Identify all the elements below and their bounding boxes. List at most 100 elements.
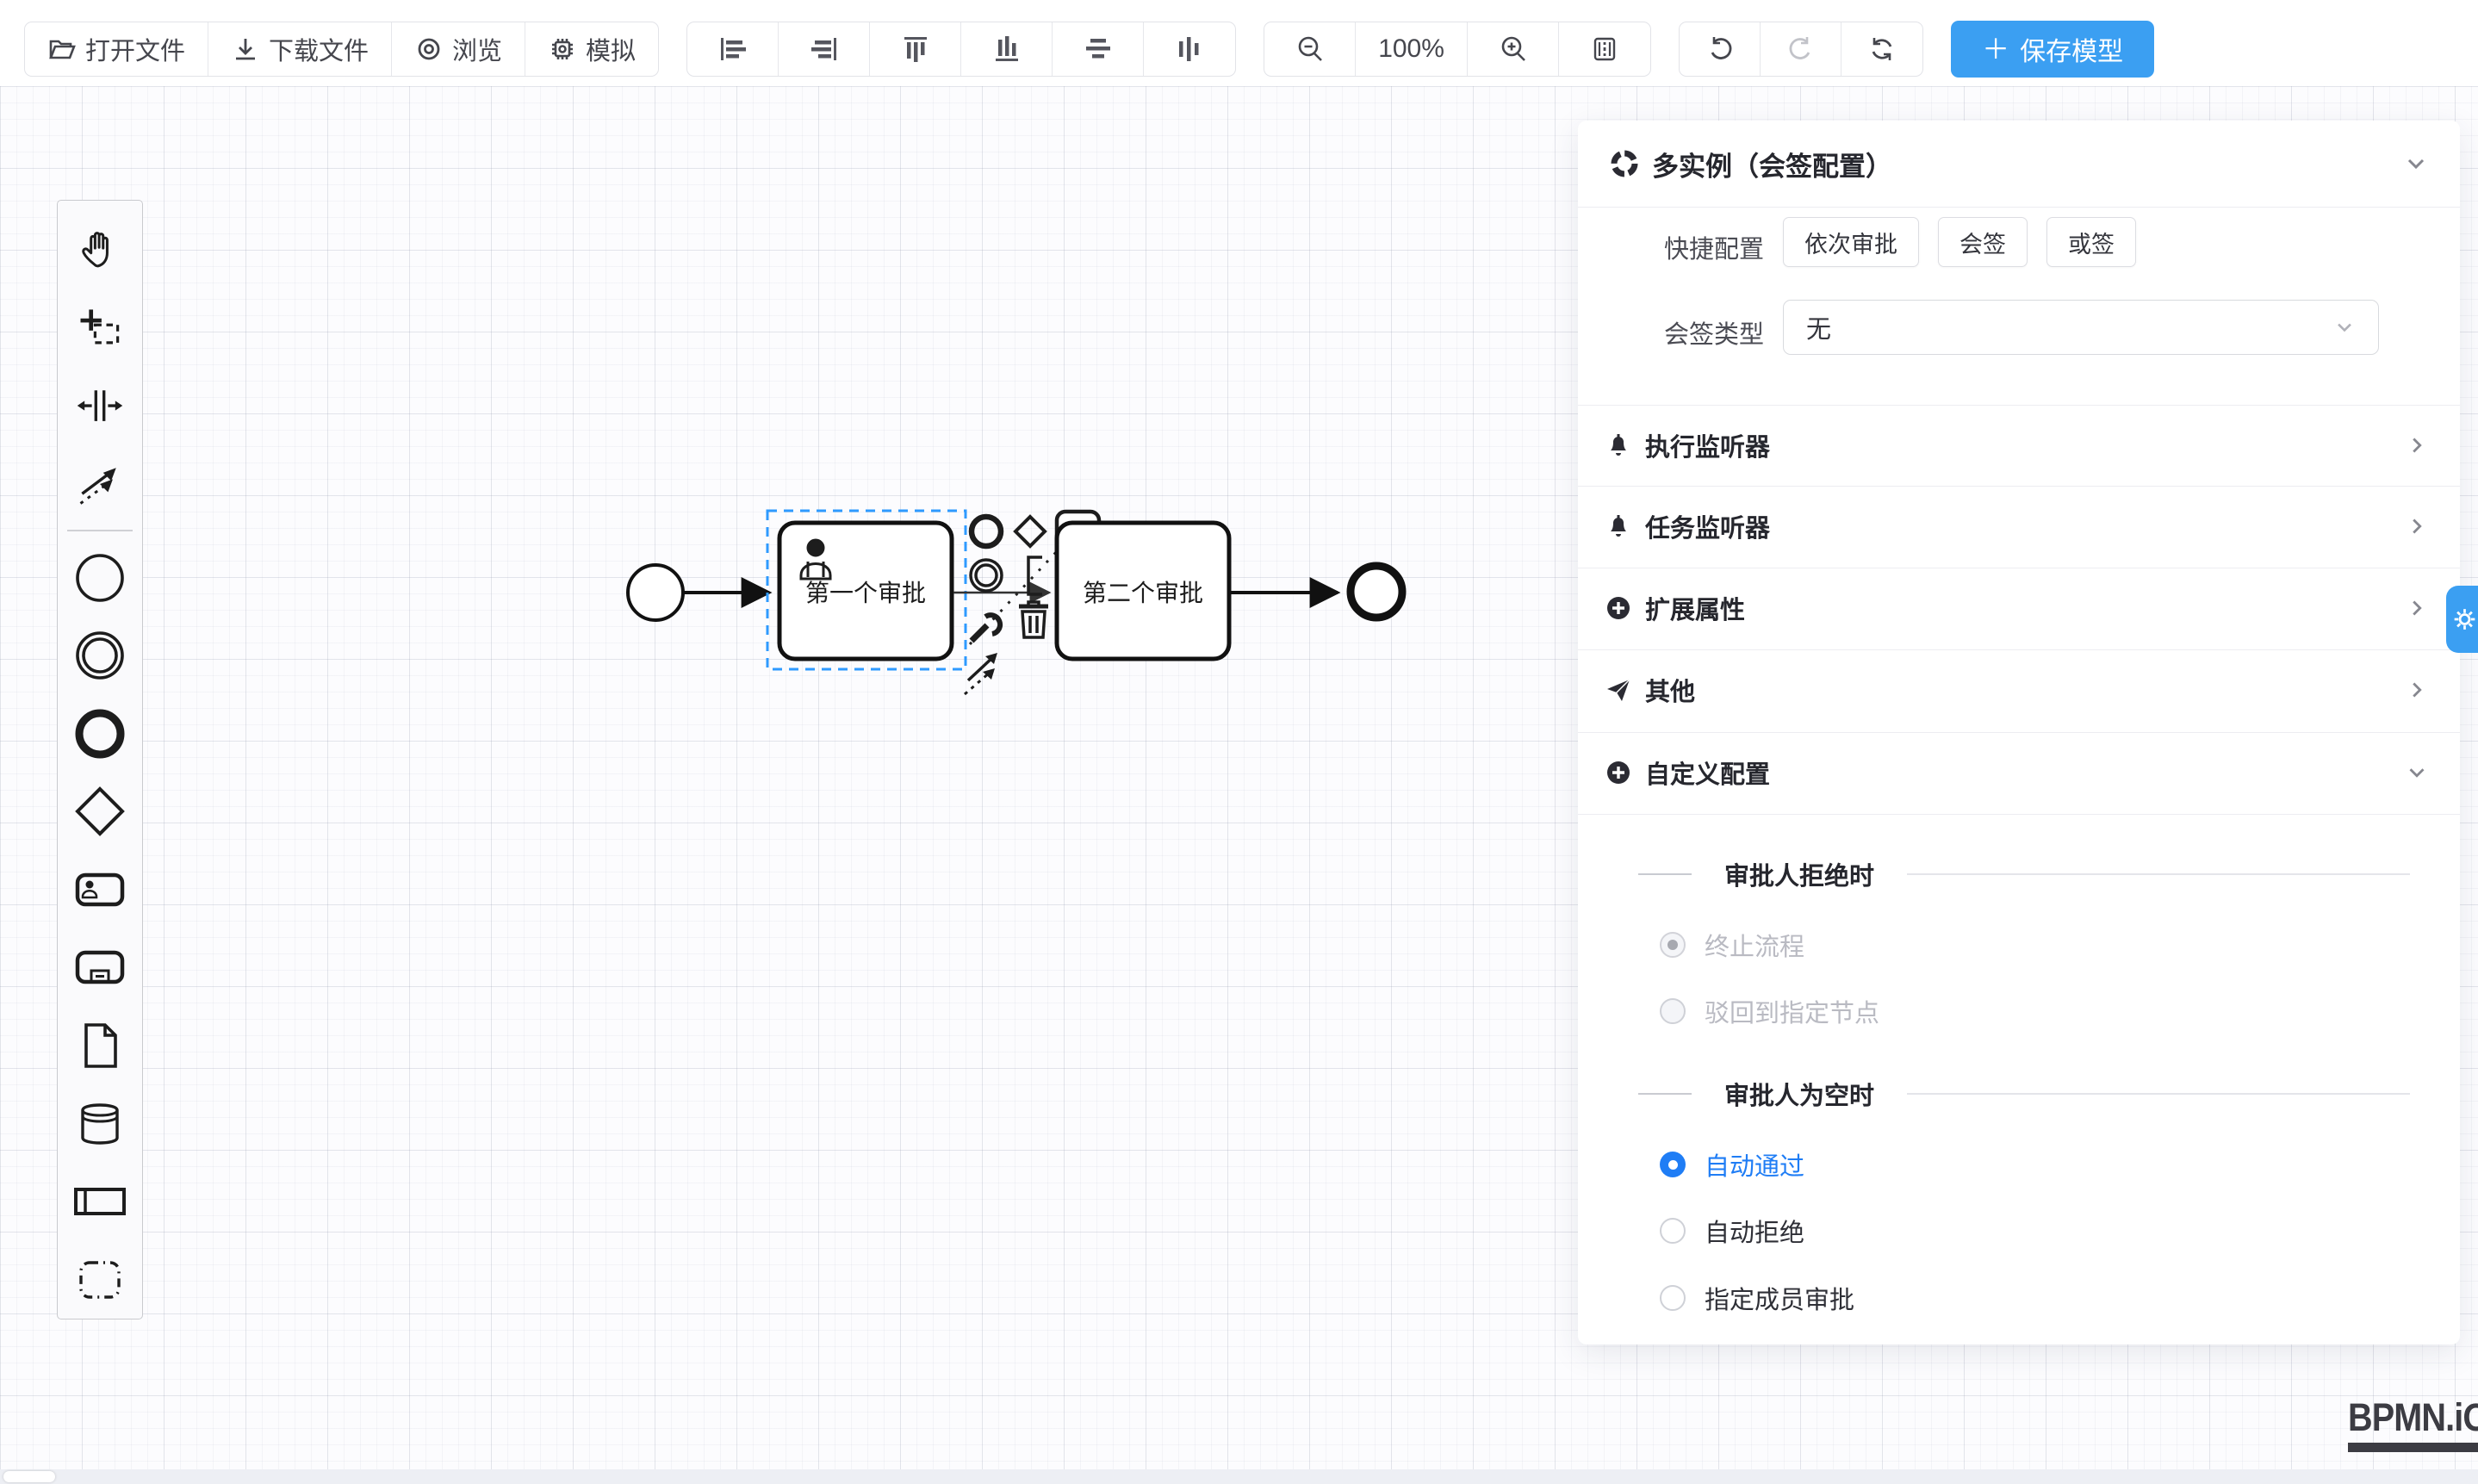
download-file-button[interactable]: 下载文件 <box>208 22 392 76</box>
create-subprocess[interactable] <box>58 928 142 1007</box>
section-custom-config[interactable]: 自定义配置 <box>1578 732 2460 813</box>
create-gateway[interactable] <box>58 773 142 851</box>
sign-type-select[interactable]: 无 <box>1783 300 2379 355</box>
divider <box>1907 1093 2410 1095</box>
divider <box>1638 873 1692 875</box>
panel-title: 多实例（会签配置） <box>1652 145 1892 183</box>
end-event[interactable] <box>1351 566 1402 618</box>
create-end-event[interactable] <box>58 694 142 773</box>
redo-icon <box>1786 34 1816 64</box>
align-center-horizontal-icon <box>1084 34 1113 64</box>
group-icon <box>72 1252 127 1307</box>
radio-unselected[interactable] <box>1660 1218 1686 1244</box>
logo-text: BPMN.iO <box>2348 1395 2478 1440</box>
radio-auto-pass[interactable]: 自动通过 <box>1660 1147 1804 1182</box>
radio-label: 驳回到指定节点 <box>1705 993 1879 1029</box>
undo-icon <box>1705 34 1735 64</box>
browse-label: 浏览 <box>452 31 502 67</box>
undo-button[interactable] <box>1680 22 1761 76</box>
create-data-object[interactable] <box>58 1007 142 1085</box>
redo-button[interactable] <box>1761 22 1841 76</box>
browse-button[interactable]: 浏览 <box>392 22 525 76</box>
bell-icon <box>1604 431 1633 460</box>
append-intermediate-event-icon[interactable] <box>971 560 1002 591</box>
space-tool[interactable] <box>58 367 142 445</box>
align-center-vertical-button[interactable] <box>1144 22 1235 76</box>
section-extended-properties[interactable]: 扩展属性 <box>1578 568 2460 649</box>
global-connect-tool[interactable] <box>58 445 142 524</box>
option-countersign[interactable]: 会签 <box>1938 217 2028 267</box>
align-center-horizontal-button[interactable] <box>1053 22 1144 76</box>
fit-viewport-button[interactable] <box>1559 22 1650 76</box>
radio-terminate-process[interactable]: 终止流程 <box>1660 928 1804 962</box>
empty-section-title: 审批人为空时 <box>1724 1076 1874 1112</box>
option-or-sign[interactable]: 或签 <box>2046 217 2136 267</box>
align-top-button[interactable] <box>870 22 961 76</box>
hand-icon <box>74 224 126 276</box>
append-end-event-icon[interactable] <box>972 517 1001 546</box>
create-user-task[interactable] <box>58 851 142 929</box>
radio-label: 指定成员审批 <box>1705 1280 1854 1316</box>
create-data-store[interactable] <box>58 1084 142 1163</box>
divider <box>1638 1093 1692 1095</box>
simulate-button[interactable]: 模拟 <box>525 22 658 76</box>
section-execution-listener[interactable]: 执行监听器 <box>1578 405 2460 486</box>
open-file-label: 打开文件 <box>85 31 185 67</box>
section-label: 扩展属性 <box>1645 590 1745 626</box>
gateway-icon <box>72 784 127 839</box>
user-task-first-approval[interactable]: 第一个审批 <box>779 523 952 659</box>
quick-config-options: 依次审批 会签 或签 <box>1783 217 2136 267</box>
open-file-button[interactable]: 打开文件 <box>25 22 208 76</box>
send-icon <box>1604 675 1633 705</box>
chevron-down-icon[interactable] <box>2403 151 2429 177</box>
hand-tool[interactable] <box>58 211 142 289</box>
user-task-second-approval[interactable]: 第二个审批 <box>1057 523 1229 659</box>
delete-trash-icon[interactable] <box>1019 602 1048 637</box>
start-event[interactable] <box>628 565 683 620</box>
align-bottom-button[interactable] <box>961 22 1053 76</box>
section-label: 任务监听器 <box>1645 508 1770 544</box>
zoom-out-button[interactable] <box>1264 22 1356 76</box>
browse-icon <box>414 34 444 64</box>
radio-assign-member[interactable]: 指定成员审批 <box>1660 1281 1854 1315</box>
radio-selected-disabled[interactable] <box>1660 932 1686 958</box>
radio-unselected-disabled[interactable] <box>1660 998 1686 1024</box>
zoom-level[interactable]: 100% <box>1356 22 1468 76</box>
radio-return-to-node[interactable]: 驳回到指定节点 <box>1660 994 1879 1028</box>
radio-selected[interactable] <box>1660 1152 1686 1177</box>
radio-auto-reject[interactable]: 自动拒绝 <box>1660 1214 1804 1248</box>
zoom-in-button[interactable] <box>1468 22 1559 76</box>
option-sequential-approval[interactable]: 依次审批 <box>1783 217 1919 267</box>
panel-header[interactable]: 多实例（会签配置） <box>1578 121 2460 207</box>
space-tool-icon <box>74 380 126 432</box>
chevron-down-icon <box>2333 316 2356 338</box>
create-participant[interactable] <box>58 1163 142 1241</box>
horizontal-scrollbar[interactable] <box>0 1469 2478 1484</box>
save-model-label: 保存模型 <box>2020 30 2123 68</box>
create-group[interactable] <box>58 1241 142 1319</box>
append-text-annotation-icon[interactable] <box>1028 557 1042 594</box>
section-task-listener[interactable]: 任务监听器 <box>1578 486 2460 567</box>
create-start-event[interactable] <box>58 538 142 617</box>
chip-icon <box>548 34 577 64</box>
align-right-button[interactable] <box>779 22 870 76</box>
settings-toggle-tab[interactable] <box>2446 586 2478 653</box>
reject-section-header: 审批人拒绝时 <box>1578 857 2460 891</box>
simulate-label: 模拟 <box>586 31 636 67</box>
bpmn-io-logo[interactable]: BPMN.iO <box>2348 1395 2478 1452</box>
save-model-button[interactable]: ＋ 保存模型 <box>1951 21 2154 78</box>
connect-tool-icon[interactable] <box>965 653 997 694</box>
scrollbar-thumb[interactable] <box>3 1471 55 1482</box>
refresh-button[interactable] <box>1841 22 1922 76</box>
radio-unselected[interactable] <box>1660 1285 1686 1311</box>
create-intermediate-event[interactable] <box>58 617 142 695</box>
lasso-tool[interactable] <box>58 289 142 368</box>
bpmn-editor: 第一个审批 <box>0 0 2478 1484</box>
section-other[interactable]: 其他 <box>1578 649 2460 730</box>
append-gateway-icon[interactable] <box>1015 517 1045 546</box>
divider <box>1578 814 2460 815</box>
participant-icon <box>72 1174 127 1229</box>
change-type-wrench-icon[interactable] <box>972 615 1000 641</box>
align-left-button[interactable] <box>687 22 779 76</box>
radio-label: 终止流程 <box>1705 927 1804 963</box>
